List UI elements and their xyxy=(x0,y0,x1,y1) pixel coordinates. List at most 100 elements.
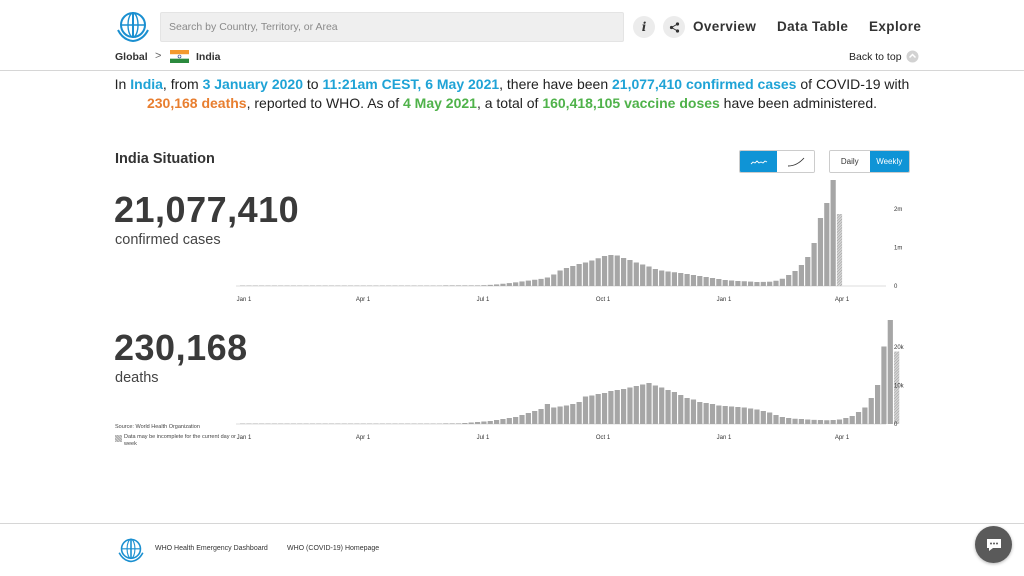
deaths-bar[interactable] xyxy=(601,393,608,424)
deaths-bar[interactable] xyxy=(805,419,811,425)
cases-bar[interactable] xyxy=(659,270,665,287)
deaths-bar[interactable] xyxy=(576,402,582,424)
deaths-bar[interactable] xyxy=(640,384,646,425)
who-footer-logo-icon[interactable] xyxy=(115,537,147,563)
deaths-bar[interactable] xyxy=(697,402,703,424)
cases-bar[interactable] xyxy=(449,285,455,286)
cases-bar[interactable] xyxy=(640,264,646,287)
deaths-bar[interactable] xyxy=(703,403,709,424)
cases-bar[interactable] xyxy=(786,275,792,286)
cases-bar[interactable] xyxy=(557,270,563,287)
back-to-top-link[interactable]: Back to top xyxy=(849,51,902,63)
deaths-bar[interactable] xyxy=(481,421,487,425)
cases-bar[interactable] xyxy=(455,285,462,286)
cases-bar[interactable] xyxy=(614,255,620,287)
cases-bar[interactable] xyxy=(716,279,722,286)
deaths-bar[interactable] xyxy=(449,423,455,424)
who-logo-icon[interactable] xyxy=(115,10,151,43)
cases-bar[interactable] xyxy=(513,282,519,286)
deaths-bar[interactable] xyxy=(671,392,677,424)
cases-bar[interactable] xyxy=(767,281,773,286)
cases-bar[interactable] xyxy=(678,273,684,286)
footer-homepage-link[interactable]: WHO (COVID-19) Homepage xyxy=(287,545,379,552)
deaths-bar[interactable] xyxy=(836,419,843,425)
cases-bar[interactable] xyxy=(830,180,836,286)
deaths-bar[interactable] xyxy=(455,423,462,424)
cases-bar[interactable] xyxy=(824,203,830,286)
cases-bar[interactable] xyxy=(468,285,474,286)
deaths-bar[interactable] xyxy=(494,420,500,424)
deaths-bar[interactable] xyxy=(722,406,728,424)
cases-bar[interactable] xyxy=(570,266,576,286)
deaths-bar[interactable] xyxy=(887,320,893,424)
cases-bar[interactable] xyxy=(735,281,741,286)
cases-bar[interactable] xyxy=(792,271,798,286)
weekly-button[interactable]: Weekly xyxy=(869,151,909,172)
footer-dashboard-link[interactable]: WHO Health Emergency Dashboard xyxy=(155,545,268,552)
deaths-bar[interactable] xyxy=(443,423,449,424)
deaths-bar[interactable] xyxy=(830,420,836,424)
cases-bar[interactable] xyxy=(563,268,570,286)
deaths-bar[interactable] xyxy=(551,407,557,425)
cases-bar[interactable] xyxy=(817,218,824,286)
deaths-bar[interactable] xyxy=(741,407,747,425)
deaths-bar[interactable] xyxy=(532,411,538,424)
cases-bar[interactable] xyxy=(690,275,697,286)
deaths-bar[interactable] xyxy=(792,418,798,424)
nav-explore[interactable]: Explore xyxy=(869,19,921,34)
deaths-bar[interactable] xyxy=(849,416,855,424)
breadcrumb-global[interactable]: Global xyxy=(115,51,148,63)
cases-bar[interactable] xyxy=(697,276,703,286)
deaths-bar[interactable] xyxy=(652,385,658,425)
cases-bar[interactable] xyxy=(601,256,608,286)
cases-bar[interactable] xyxy=(811,243,817,286)
cases-bar[interactable] xyxy=(722,280,728,286)
deaths-bar[interactable] xyxy=(760,411,766,424)
deaths-bar[interactable] xyxy=(538,409,544,424)
deaths-bar[interactable] xyxy=(690,399,697,425)
cases-bar[interactable] xyxy=(621,258,627,286)
deaths-bar[interactable] xyxy=(608,391,614,424)
deaths-bar[interactable] xyxy=(595,394,601,424)
cases-bar[interactable] xyxy=(462,285,468,286)
deaths-bar[interactable] xyxy=(735,407,741,424)
cases-bar[interactable] xyxy=(646,266,652,287)
cases-bar[interactable] xyxy=(633,262,639,287)
deaths-bar[interactable] xyxy=(684,398,690,424)
deaths-bar[interactable] xyxy=(557,406,563,425)
deaths-bar[interactable] xyxy=(824,420,830,424)
deaths-bar[interactable] xyxy=(716,405,722,425)
daily-button[interactable]: Daily xyxy=(830,151,870,172)
cumulative-line-button[interactable] xyxy=(777,151,814,172)
nav-data-table[interactable]: Data Table xyxy=(777,19,848,34)
deaths-bar[interactable] xyxy=(582,396,589,425)
cases-bar[interactable] xyxy=(494,284,500,286)
cases-bar[interactable] xyxy=(728,280,735,287)
cases-bar[interactable] xyxy=(551,274,557,287)
deaths-bar[interactable] xyxy=(748,408,754,425)
cases-bar[interactable] xyxy=(443,285,449,286)
cases-bar[interactable] xyxy=(741,281,747,286)
cases-bar[interactable] xyxy=(836,214,843,286)
deaths-bar[interactable] xyxy=(646,383,652,424)
cases-bar[interactable] xyxy=(671,272,677,286)
info-button[interactable]: i xyxy=(633,16,655,38)
deaths-bar[interactable] xyxy=(563,405,570,425)
deaths-bar[interactable] xyxy=(786,418,792,424)
back-to-top-icon[interactable] xyxy=(906,50,919,63)
deaths-bar[interactable] xyxy=(474,422,481,424)
cases-bar[interactable] xyxy=(595,258,601,286)
cases-bar[interactable] xyxy=(805,257,811,286)
deaths-bar[interactable] xyxy=(855,412,862,424)
deaths-bar[interactable] xyxy=(462,423,468,424)
deaths-bar[interactable] xyxy=(513,417,519,424)
cases-bar[interactable] xyxy=(544,277,550,287)
deaths-bar[interactable] xyxy=(665,390,671,424)
cases-bar[interactable] xyxy=(665,271,671,287)
deaths-bar[interactable] xyxy=(798,419,804,424)
deaths-bar[interactable] xyxy=(589,395,595,425)
deaths-bar[interactable] xyxy=(487,421,493,424)
deaths-bar[interactable] xyxy=(614,390,620,424)
cases-bar[interactable] xyxy=(798,265,804,286)
deaths-bar[interactable] xyxy=(544,404,550,424)
